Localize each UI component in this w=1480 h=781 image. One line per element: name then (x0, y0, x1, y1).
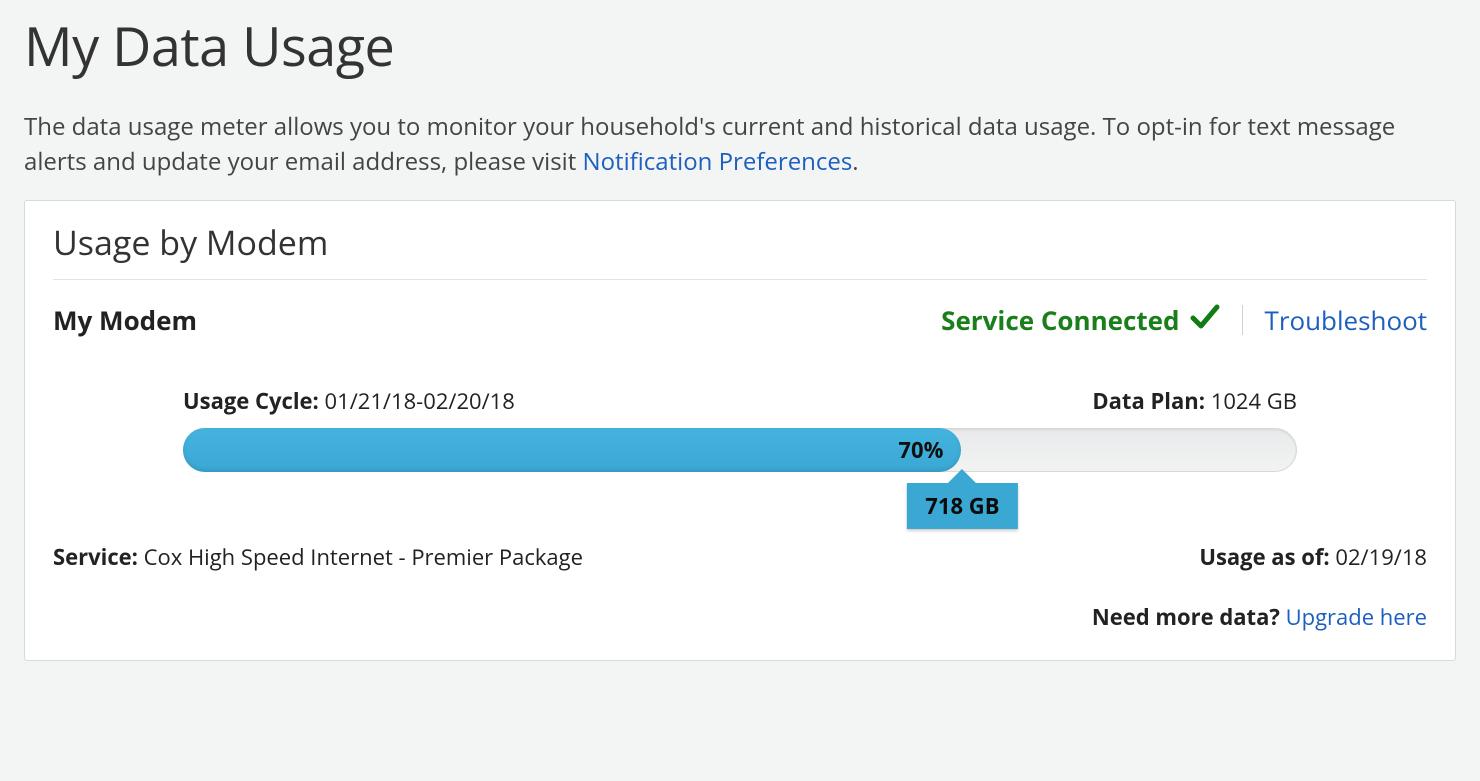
data-plan-value: 1024 GB (1211, 386, 1297, 416)
meter-labels: Usage Cycle: 01/21/18-02/20/18 Data Plan… (183, 386, 1297, 416)
data-plan: Data Plan: 1024 GB (1092, 386, 1297, 416)
need-more-label: Need more data? (1092, 602, 1280, 632)
vertical-divider (1242, 305, 1243, 335)
usage-asof: Usage as of: 02/19/18 (1199, 542, 1427, 572)
meter-track: 70% 718 GB (183, 428, 1297, 472)
service-row: Service: Cox High Speed Internet - Premi… (53, 542, 1427, 572)
meter-fill: 70% (183, 428, 961, 472)
service-value: Cox High Speed Internet - Premier Packag… (144, 542, 583, 572)
usage-asof-label: Usage as of: (1199, 542, 1329, 572)
page-title: My Data Usage (24, 8, 1456, 82)
notification-preferences-link[interactable]: Notification Preferences (583, 145, 853, 178)
usage-asof-value: 02/19/18 (1335, 542, 1427, 572)
modem-name: My Modem (53, 302, 941, 338)
service-status: Service Connected (941, 302, 1219, 338)
usage-card: Usage by Modem My Modem Service Connecte… (24, 200, 1456, 661)
checkmark-icon (1190, 302, 1220, 338)
troubleshoot-link[interactable]: Troubleshoot (1265, 302, 1428, 338)
usage-cycle: Usage Cycle: 01/21/18-02/20/18 (183, 386, 515, 416)
upgrade-link[interactable]: Upgrade here (1286, 602, 1427, 632)
usage-cycle-label: Usage Cycle: (183, 386, 319, 416)
usage-meter: Usage Cycle: 01/21/18-02/20/18 Data Plan… (53, 386, 1427, 472)
service-label: Service: (53, 542, 138, 572)
intro-part2: . (852, 145, 858, 178)
intro-text: The data usage meter allows you to monit… (24, 110, 1424, 180)
usage-cycle-value: 01/21/18-02/20/18 (325, 386, 515, 416)
upgrade-row: Need more data? Upgrade here (53, 602, 1427, 632)
data-plan-label: Data Plan: (1092, 386, 1205, 416)
status-row: My Modem Service Connected Troubleshoot (53, 302, 1427, 338)
service-status-text: Service Connected (941, 302, 1179, 338)
usage-callout: 718 GB (907, 483, 1017, 529)
service-desc: Service: Cox High Speed Internet - Premi… (53, 542, 583, 572)
card-title: Usage by Modem (53, 219, 1427, 280)
meter-percent: 70% (898, 435, 943, 465)
